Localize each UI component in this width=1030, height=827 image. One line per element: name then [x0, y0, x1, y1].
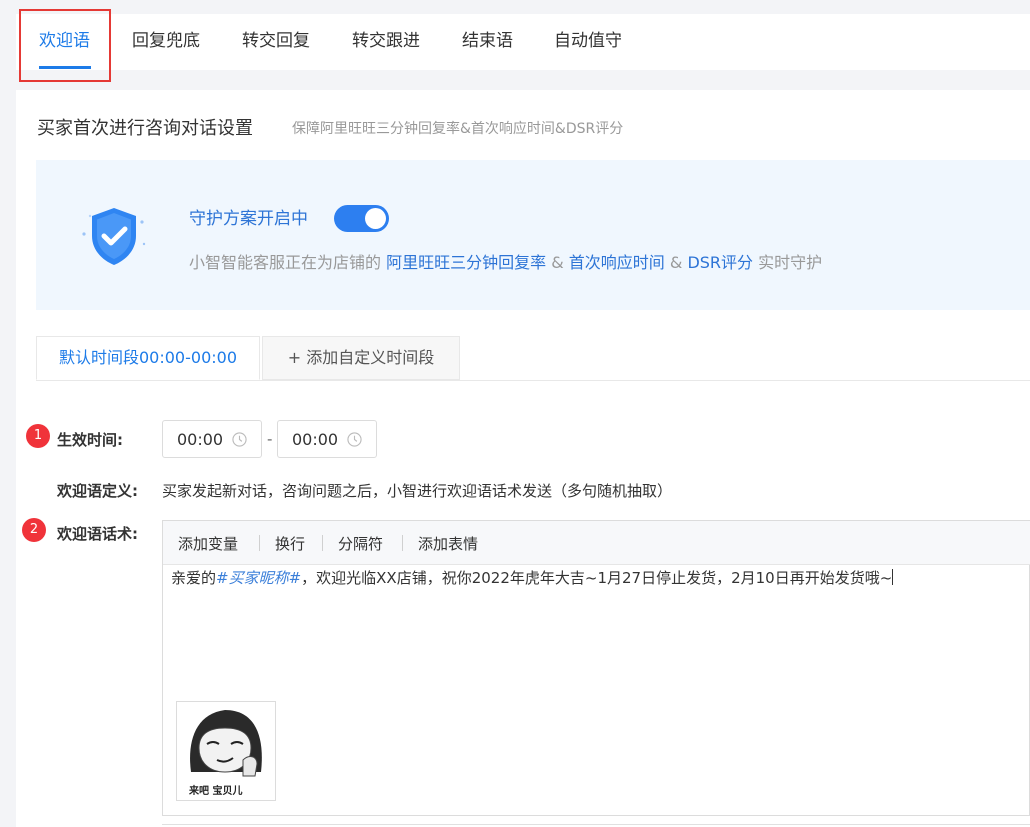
end-time-input[interactable]: 00:00 [277, 420, 377, 458]
separator-button[interactable]: 分隔符 [338, 533, 383, 554]
editor-toolbar: 添加变量 换行 分隔符 添加表情 [163, 521, 1030, 565]
amp-1: & [546, 253, 569, 272]
tab-transfer-reply[interactable]: 转交回复 [242, 14, 310, 70]
banner-description: 小智智能客服正在为店铺的 阿里旺旺三分钟回复率 & 首次响应时间 & DSR评分… [189, 249, 822, 273]
banner-title: 守护方案开启中 [189, 209, 308, 229]
metric-first-response: 首次响应时间 [568, 253, 665, 272]
start-time-input[interactable]: 00:00 [162, 420, 262, 458]
step-badge-1: 1 [26, 424, 50, 448]
text-body: ，欢迎光临XX店铺，祝你2022年虎年大吉~1月27日停止发货，2月10日再开始… [301, 569, 893, 587]
time-separator: - [267, 430, 273, 448]
shield-check-icon [82, 208, 146, 265]
toolbar-divider [402, 535, 403, 551]
clock-icon [347, 432, 362, 447]
metric-dsr: DSR评分 [687, 253, 754, 272]
tab-default-period[interactable]: 默认时间段00:00-00:00 [36, 336, 260, 380]
line-break-button[interactable]: 换行 [275, 533, 305, 554]
tab-fallback-reply[interactable]: 回复兜底 [132, 14, 200, 70]
toolbar-divider [322, 535, 323, 551]
add-custom-period-button[interactable]: + 添加自定义时间段 [262, 336, 460, 380]
effective-time-label: 生效时间: [57, 431, 123, 449]
step-badge-2: 2 [22, 518, 46, 542]
sticker-face-icon [190, 710, 262, 777]
toggle-knob [365, 208, 386, 229]
top-tab-bar: 欢迎语 回复兜底 转交回复 转交跟进 结束语 自动值守 [16, 14, 1030, 70]
tab-transfer-followup[interactable]: 转交跟进 [352, 14, 420, 70]
add-variable-button[interactable]: 添加变量 [178, 533, 238, 554]
buyer-nickname-variable[interactable]: #买家昵称# [216, 569, 301, 587]
add-emoji-button[interactable]: 添加表情 [418, 533, 478, 554]
toolbar-divider [259, 535, 260, 551]
amp-2: & [664, 253, 688, 272]
banner-desc-suffix: 实时守护 [753, 253, 823, 272]
clock-icon [232, 432, 247, 447]
divider [162, 824, 1030, 825]
welcome-script-editor[interactable]: 添加变量 换行 分隔符 添加表情 亲爱的#买家昵称#，欢迎光临XX店铺，祝你20… [162, 520, 1030, 816]
start-time-value: 00:00 [177, 430, 224, 449]
definition-text: 买家发起新对话，咨询问题之后，小智进行欢迎语话术发送（多句随机抽取） [162, 482, 673, 500]
page-title: 买家首次进行咨询对话设置 [37, 118, 253, 139]
protection-toggle[interactable] [334, 205, 389, 232]
script-label: 欢迎语话术: [57, 525, 138, 543]
time-period-tabs: 默认时间段00:00-00:00 + 添加自定义时间段 [36, 336, 1030, 381]
emoji-sticker[interactable]: 来吧 宝贝儿 [176, 701, 276, 801]
end-time-value: 00:00 [292, 430, 339, 449]
highlight-box [19, 9, 111, 82]
tab-auto-duty[interactable]: 自动值守 [554, 14, 622, 70]
editor-text[interactable]: 亲爱的#买家昵称#，欢迎光临XX店铺，祝你2022年虎年大吉~1月27日停止发货… [171, 567, 894, 588]
metric-reply-rate: 阿里旺旺三分钟回复率 [386, 253, 547, 272]
protection-banner: 守护方案开启中 小智智能客服正在为店铺的 阿里旺旺三分钟回复率 & 首次响应时间… [36, 160, 1030, 310]
text-caret [892, 569, 894, 585]
text-prefix: 亲爱的 [171, 569, 217, 587]
tab-closing[interactable]: 结束语 [462, 14, 513, 70]
settings-panel: 买家首次进行咨询对话设置 保障阿里旺旺三分钟回复率&首次响应时间&DSR评分 守… [16, 90, 1030, 827]
banner-desc-prefix: 小智智能客服正在为店铺的 [189, 253, 387, 272]
sticker-caption: 来吧 宝贝儿 [189, 786, 243, 797]
page-subtitle: 保障阿里旺旺三分钟回复率&首次响应时间&DSR评分 [292, 121, 624, 137]
definition-label: 欢迎语定义: [57, 482, 138, 500]
